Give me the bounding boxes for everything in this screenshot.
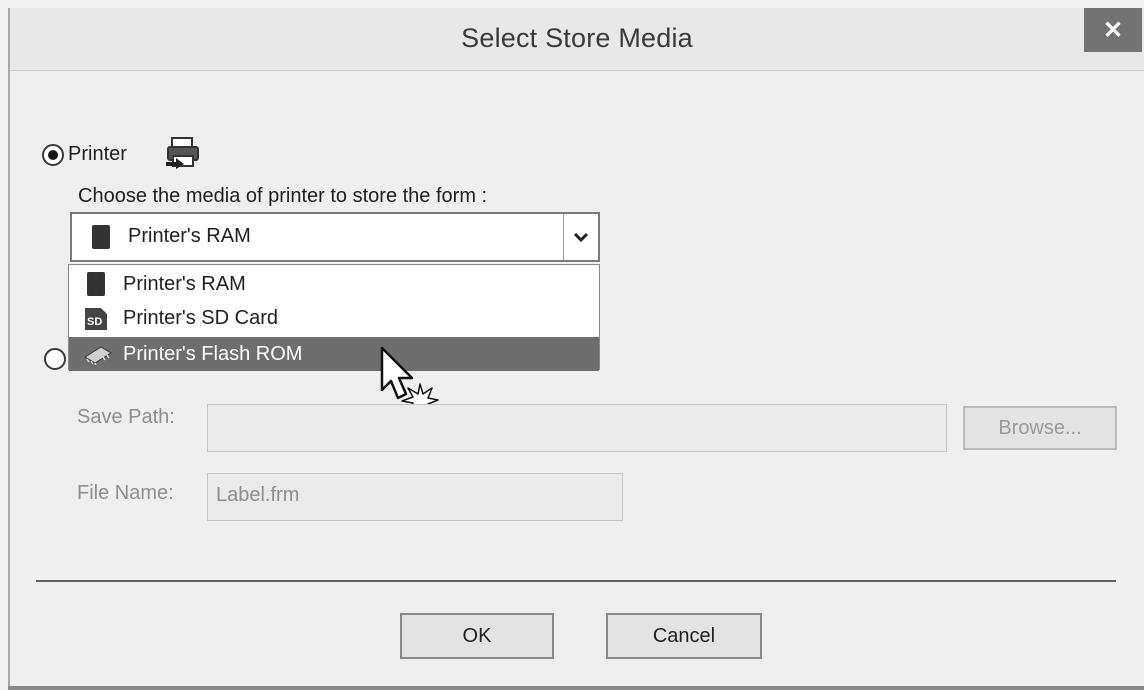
dialog-title: Select Store Media <box>461 23 693 53</box>
close-button[interactable]: ✕ <box>1084 8 1142 52</box>
media-instruction: Choose the media of printer to store the… <box>78 185 488 207</box>
sd-card-icon: SD <box>85 308 107 330</box>
window-bottom-border <box>8 686 1144 690</box>
option-label: Printer's Flash ROM <box>123 343 303 365</box>
option-printer-sd-card[interactable]: SD Printer's SD Card <box>69 301 599 335</box>
ok-button[interactable]: OK <box>400 613 554 659</box>
footer-divider <box>36 580 1116 582</box>
option-label: Printer's RAM <box>123 273 246 295</box>
ram-chip-icon <box>89 225 113 249</box>
printer-radio-label[interactable]: Printer <box>68 143 127 166</box>
printer-icon <box>166 137 199 169</box>
cancel-button[interactable]: Cancel <box>606 613 762 659</box>
save-path-label: Save Path: <box>77 406 175 428</box>
flash-rom-icon <box>84 346 112 365</box>
dropdown-toggle[interactable] <box>563 214 598 260</box>
file-radio[interactable] <box>44 348 66 370</box>
file-name-value: Label.frm <box>216 484 300 506</box>
file-name-input[interactable]: Label.frm <box>207 473 623 521</box>
svg-text:SD: SD <box>87 316 102 328</box>
option-printer-flash-rom[interactable]: Printer's Flash ROM <box>69 337 599 371</box>
media-dropdown-list: Printer's RAM SD Printer's SD Card Print… <box>68 264 600 371</box>
browse-button[interactable]: Browse... <box>963 406 1117 450</box>
save-path-input[interactable] <box>207 404 947 452</box>
media-select-value: Printer's RAM <box>128 225 251 247</box>
printer-radio[interactable] <box>42 144 64 166</box>
file-name-label: File Name: <box>77 482 174 504</box>
option-label: Printer's SD Card <box>123 307 278 329</box>
ram-chip-icon <box>84 272 108 296</box>
chevron-down-icon <box>573 232 589 243</box>
title-bar: Select Store Media ✕ <box>10 8 1144 71</box>
media-select[interactable]: Printer's RAM <box>70 212 600 262</box>
option-printer-ram[interactable]: Printer's RAM <box>69 267 599 301</box>
close-icon: ✕ <box>1102 16 1124 44</box>
